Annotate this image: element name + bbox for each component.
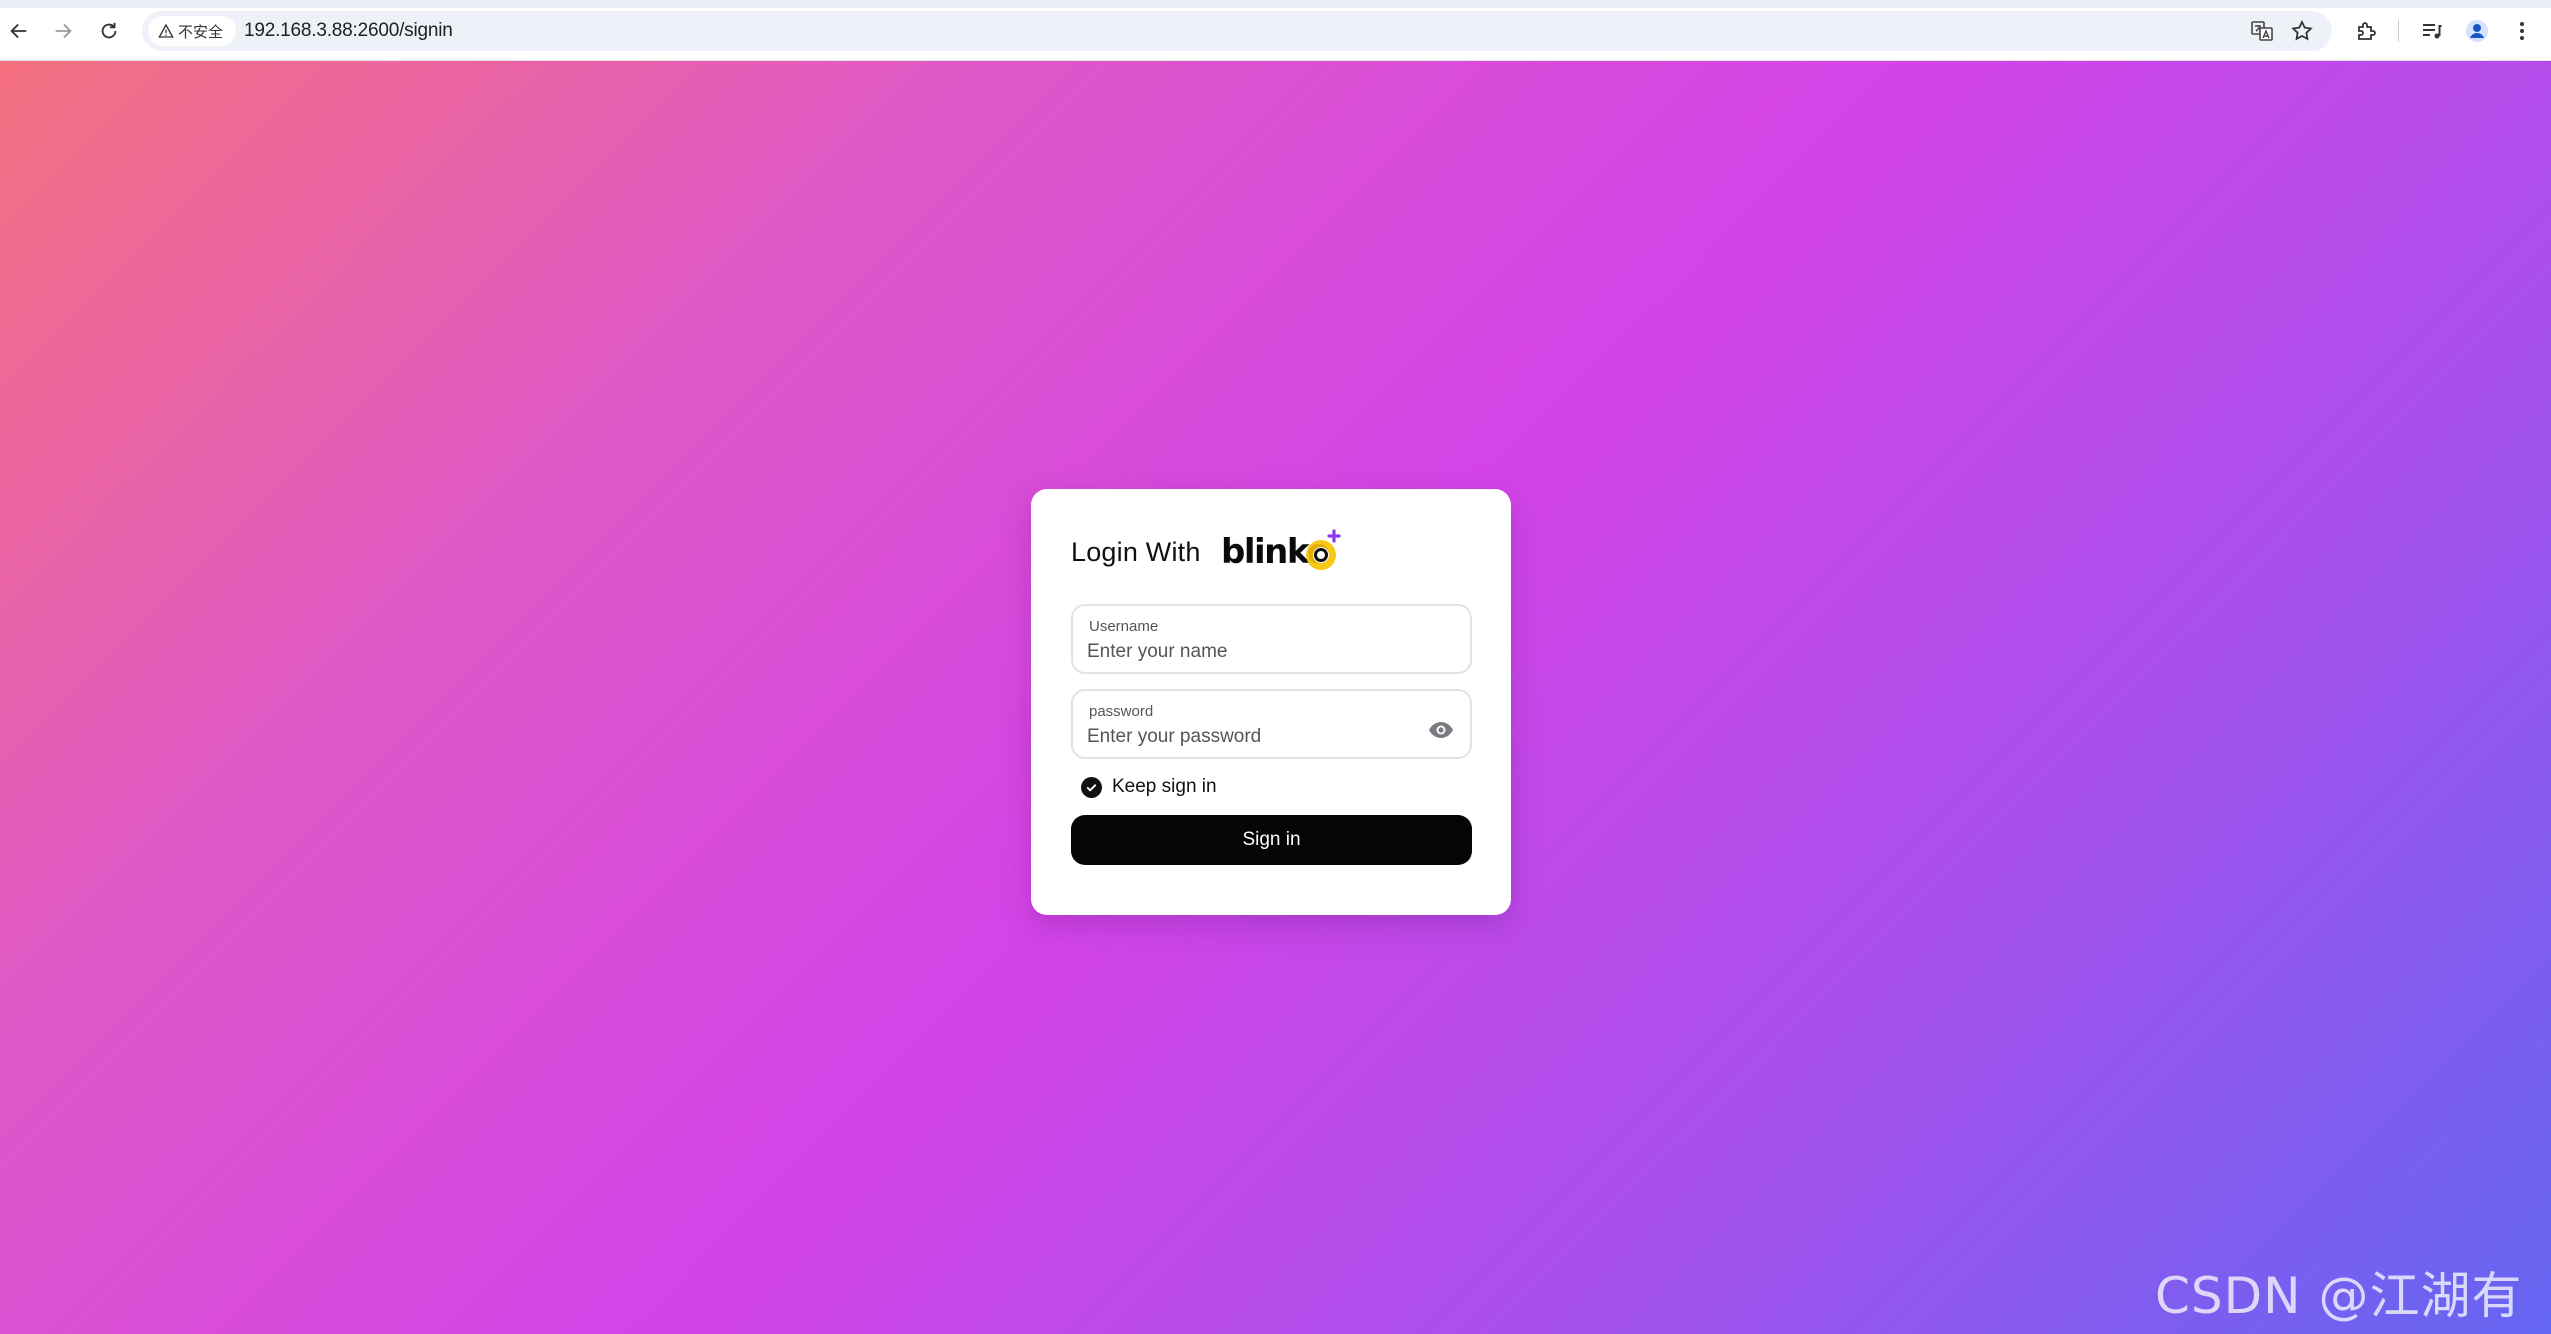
- address-bar[interactable]: 不安全 192.168.3.88:2600/signin: [142, 11, 2332, 51]
- bookmark-star-icon[interactable]: [2290, 19, 2314, 43]
- arrow-right-icon: [55, 23, 72, 39]
- avatar-icon: [2466, 20, 2488, 42]
- profile-button[interactable]: [2463, 17, 2491, 45]
- login-title: Login With: [1071, 536, 1201, 567]
- reload-icon: [101, 22, 117, 39]
- warning-icon: [158, 23, 174, 38]
- translate-icon[interactable]: [2250, 19, 2274, 43]
- login-card: Login With blinko Username password: [1031, 489, 1511, 915]
- extensions-button[interactable]: [2352, 17, 2380, 45]
- show-password-eye-icon[interactable]: [1428, 721, 1454, 739]
- toolbar-separator: [2398, 20, 2399, 42]
- browser-menu-button[interactable]: [2508, 17, 2536, 45]
- username-field[interactable]: Username: [1071, 604, 1472, 674]
- media-control-button[interactable]: [2418, 17, 2446, 45]
- keep-signed-in-checkbox[interactable]: [1081, 776, 1102, 798]
- password-field[interactable]: password: [1071, 689, 1472, 759]
- sign-in-button[interactable]: Sign in: [1071, 815, 1472, 865]
- password-input[interactable]: [1087, 723, 1407, 751]
- security-label: 不安全: [178, 23, 224, 41]
- browser-toolbar: 不安全 192.168.3.88:2600/signin: [0, 0, 2551, 61]
- password-label: password: [1089, 703, 1154, 720]
- playlist-icon: [2423, 24, 2442, 39]
- forward-button[interactable]: [46, 14, 80, 48]
- puzzle-icon: [2358, 22, 2376, 40]
- more-vertical-icon: [2520, 22, 2524, 40]
- watermark: CSDN @江湖有缘: [2155, 1267, 2523, 1325]
- page-background: Login With blinko Username password: [0, 61, 2551, 1334]
- keep-signed-in-label: Keep sign in: [1112, 776, 1217, 797]
- arrow-left-icon: [10, 23, 27, 39]
- url-text[interactable]: 192.168.3.88:2600/signin: [244, 20, 453, 42]
- tab-strip-edge: [0, 0, 2551, 8]
- login-header: Login With blinko: [1071, 527, 1351, 577]
- checkmark-icon: [1086, 783, 1097, 791]
- security-indicator[interactable]: 不安全: [148, 16, 236, 46]
- back-button[interactable]: [2, 14, 36, 48]
- username-input[interactable]: [1087, 638, 1407, 666]
- keep-signed-in[interactable]: Keep sign in: [1081, 774, 1217, 800]
- username-label: Username: [1089, 618, 1159, 635]
- reload-button[interactable]: [92, 14, 126, 48]
- blinko-logo: blinko: [1221, 529, 1341, 572]
